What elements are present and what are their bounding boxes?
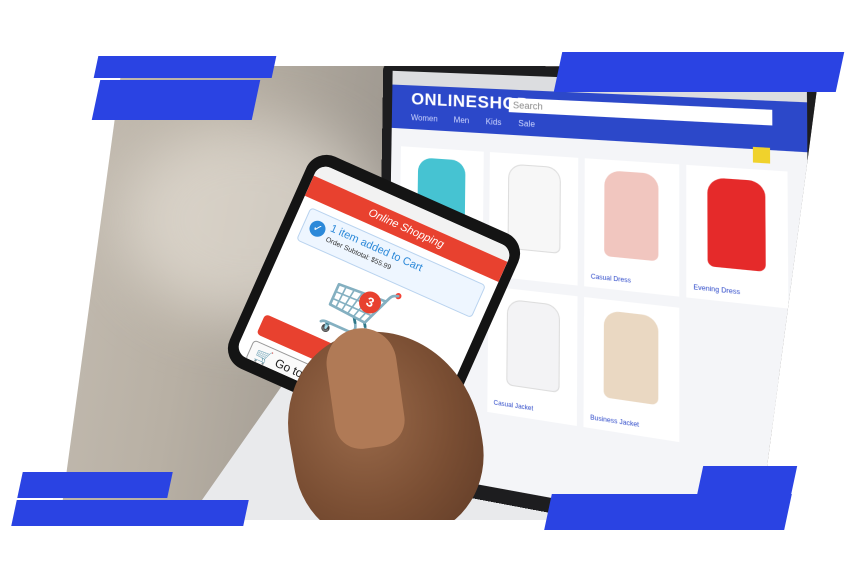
product-name: Evening Dress	[693, 284, 741, 297]
nav-sale[interactable]: Sale	[518, 119, 535, 129]
product-image	[603, 310, 659, 406]
check-icon: ✓	[306, 218, 329, 240]
shop-nav: Women Men Kids Sale	[411, 113, 550, 130]
product-image	[604, 170, 659, 262]
product-image	[506, 298, 561, 393]
nav-men[interactable]: Men	[454, 115, 470, 125]
decor-bar	[553, 52, 845, 92]
product-name: Casual Jacket	[493, 400, 534, 413]
product-card[interactable]: Business Jacket	[583, 297, 680, 443]
decor-bar	[93, 56, 277, 78]
product-card[interactable]: Casual Dress	[584, 158, 680, 297]
product-name: Business Jacket	[590, 414, 640, 430]
decor-bar	[17, 472, 173, 498]
nav-women[interactable]: Women	[411, 113, 438, 123]
scene: ONLINESHOP Search Women Men Kids Sale Ca…	[0, 0, 854, 573]
decor-bar	[11, 500, 249, 526]
nav-kids[interactable]: Kids	[486, 117, 502, 127]
product-name: Casual Dress	[590, 274, 632, 285]
decor-bar	[544, 494, 792, 530]
product-card[interactable]: Casual Jacket	[487, 286, 578, 426]
decor-bar	[91, 80, 261, 120]
cart-icon: 🛒	[252, 346, 275, 368]
decor-bar	[696, 466, 798, 496]
product-image	[707, 177, 766, 272]
product-card[interactable]: Evening Dress	[686, 164, 789, 309]
